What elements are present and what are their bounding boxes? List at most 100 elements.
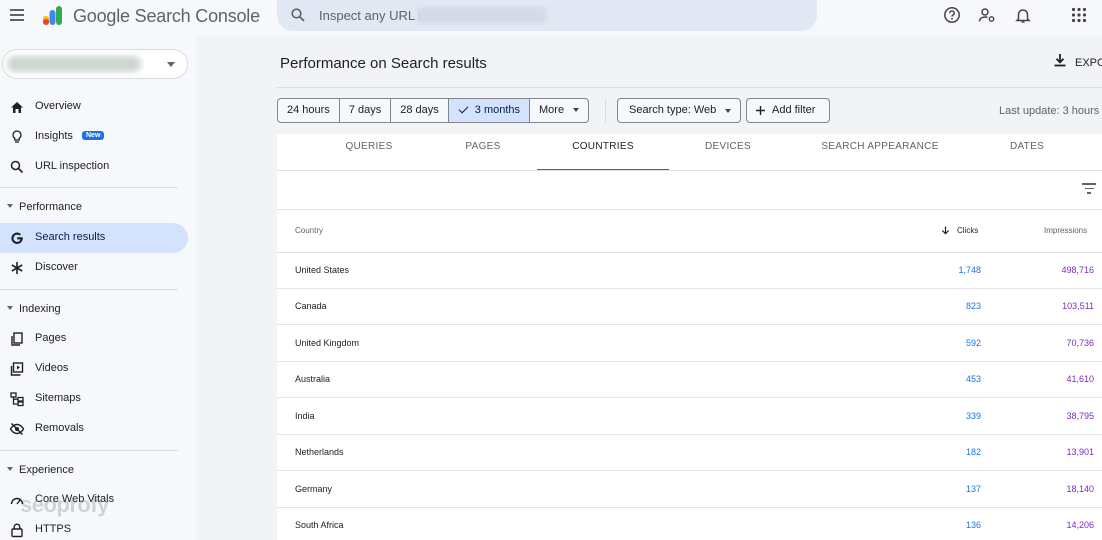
- tab-devices[interactable]: DEVICES: [678, 134, 778, 171]
- table-row[interactable]: South Africa 136 14,206: [277, 508, 1102, 540]
- new-badge: New: [82, 131, 105, 140]
- sidebar-divider: [0, 187, 178, 188]
- sidebar-item-pages[interactable]: Pages: [0, 324, 188, 354]
- url-inspection-search[interactable]: [277, 0, 817, 31]
- sidebar-item-label: Removals: [35, 422, 84, 434]
- cell-impressions: 14,206: [1066, 520, 1094, 530]
- cell-impressions: 103,511: [1062, 301, 1094, 311]
- cell-country: Germany: [295, 484, 333, 494]
- filter-list-icon-line: [1084, 187, 1094, 189]
- tab-search-appearance[interactable]: SEARCH APPEARANCE: [810, 134, 950, 171]
- search-console-logo-icon[interactable]: [41, 4, 67, 26]
- sidebar-item-discover[interactable]: Discover: [0, 253, 188, 283]
- table-filter-button[interactable]: [1082, 182, 1096, 194]
- sidebar-item-label: Insights: [35, 130, 73, 142]
- cell-clicks: 339: [965, 411, 981, 421]
- video-icon: [10, 362, 24, 376]
- eye-off-icon: [9, 422, 25, 436]
- section-indexing[interactable]: Indexing: [0, 296, 188, 322]
- chip-3-months[interactable]: 3 months: [448, 99, 531, 122]
- notifications-bell-icon[interactable]: [1014, 6, 1032, 24]
- pages-icon: [11, 332, 23, 346]
- add-filter-button[interactable]: Add filter: [746, 98, 830, 123]
- sidebar-item-sitemaps[interactable]: Sitemaps: [0, 384, 188, 414]
- search-type-button[interactable]: Search type: Web: [617, 98, 741, 123]
- export-button[interactable]: EXPO: [1053, 53, 1102, 72]
- sidebar-item-label: Search results: [35, 231, 106, 243]
- tab-countries[interactable]: COUNTRIES: [537, 134, 669, 171]
- last-update-text: Last update: 3 hours: [999, 105, 1100, 117]
- caret-down-icon: [7, 467, 13, 471]
- column-header-country[interactable]: Country: [295, 226, 323, 235]
- main-menu-button[interactable]: [8, 6, 28, 24]
- chip-7-days[interactable]: 7 days: [340, 99, 392, 122]
- table-row[interactable]: India 339 38,795: [277, 399, 1102, 435]
- tabs-divider: [277, 170, 1102, 171]
- arrow-down-icon: [941, 226, 950, 235]
- asterisk-icon: [11, 262, 23, 274]
- sidebar-item-label: Videos: [35, 362, 69, 374]
- property-selector[interactable]: [2, 49, 188, 79]
- report-card: QUERIES PAGES COUNTRIES DEVICES SEARCH A…: [277, 134, 1102, 540]
- sidebar-item-overview[interactable]: Overview: [0, 92, 188, 122]
- sidebar-divider: [0, 289, 178, 290]
- sidebar-divider: [0, 450, 178, 451]
- section-label: Experience: [19, 464, 75, 476]
- chip-label: 3 months: [474, 104, 521, 116]
- tab-pages[interactable]: PAGES: [433, 134, 533, 171]
- google-g-icon: [11, 232, 23, 244]
- section-experience[interactable]: Experience: [0, 457, 188, 483]
- sidebar-item-label: URL inspection: [35, 160, 110, 172]
- sidebar-item-label: Sitemaps: [35, 392, 81, 404]
- chip-24-hours[interactable]: 24 hours: [278, 99, 340, 122]
- cell-impressions: 498,716: [1061, 265, 1094, 275]
- sidebar-item-removals[interactable]: Removals: [0, 414, 188, 444]
- help-icon[interactable]: [943, 6, 961, 24]
- plus-icon: [756, 106, 765, 115]
- search-icon: [10, 160, 24, 174]
- tab-dates[interactable]: DATES: [977, 134, 1077, 171]
- cell-impressions: 70,736: [1066, 338, 1094, 348]
- sidebar-item-search-results[interactable]: Search results: [0, 223, 188, 253]
- table-row[interactable]: Netherlands 182 13,901: [277, 435, 1102, 471]
- export-label: EXPO: [1075, 57, 1102, 69]
- cell-clicks: 592: [965, 338, 981, 348]
- sidebar: Overview Insights New URL inspection Per…: [0, 36, 196, 540]
- cell-country: India: [295, 411, 315, 421]
- sidebar-item-videos[interactable]: Videos: [0, 354, 188, 384]
- manage-users-icon[interactable]: [978, 6, 996, 24]
- section-label: Performance: [19, 201, 82, 213]
- table-row[interactable]: United Kingdom 592 70,736: [277, 326, 1102, 362]
- table-row[interactable]: Canada 823 103,511: [277, 289, 1102, 325]
- sidebar-item-insights[interactable]: Insights New: [0, 122, 188, 152]
- table-row[interactable]: Germany 137 18,140: [277, 472, 1102, 508]
- caret-down-icon: [7, 204, 13, 208]
- table-row[interactable]: Australia 453 41,610: [277, 362, 1102, 398]
- cell-impressions: 38,795: [1066, 411, 1094, 421]
- search-input[interactable]: [319, 5, 799, 25]
- cell-clicks: 453: [965, 374, 981, 384]
- page-title: Performance on Search results: [280, 55, 487, 72]
- lock-icon: [11, 523, 23, 538]
- search-icon: [291, 8, 305, 22]
- cell-clicks: 1,748: [958, 265, 981, 275]
- home-icon: [11, 102, 23, 113]
- check-icon: [458, 103, 469, 114]
- sidebar-item-url-inspection[interactable]: URL inspection: [0, 152, 188, 182]
- chip-28-days[interactable]: 28 days: [391, 99, 449, 122]
- section-performance[interactable]: Performance: [0, 194, 188, 220]
- sidebar-item-https[interactable]: HTTPS: [0, 515, 188, 540]
- caret-down-icon: [573, 108, 580, 113]
- table-row[interactable]: United States 1,748 498,716: [277, 253, 1102, 289]
- apps-grid-icon[interactable]: [1070, 6, 1088, 24]
- add-filter-label: Add filter: [772, 104, 816, 116]
- filter-bar-separator: [605, 99, 606, 123]
- menu-icon: [10, 9, 24, 11]
- sidebar-item-label: Discover: [35, 261, 78, 273]
- cell-clicks: 136: [965, 520, 981, 530]
- menu-icon-line: [10, 14, 24, 16]
- column-header-impressions[interactable]: Impressions: [1044, 226, 1087, 235]
- tab-queries[interactable]: QUERIES: [319, 134, 419, 171]
- chip-more[interactable]: More: [530, 99, 588, 122]
- top-bar: Google Search Console: [0, 0, 1102, 36]
